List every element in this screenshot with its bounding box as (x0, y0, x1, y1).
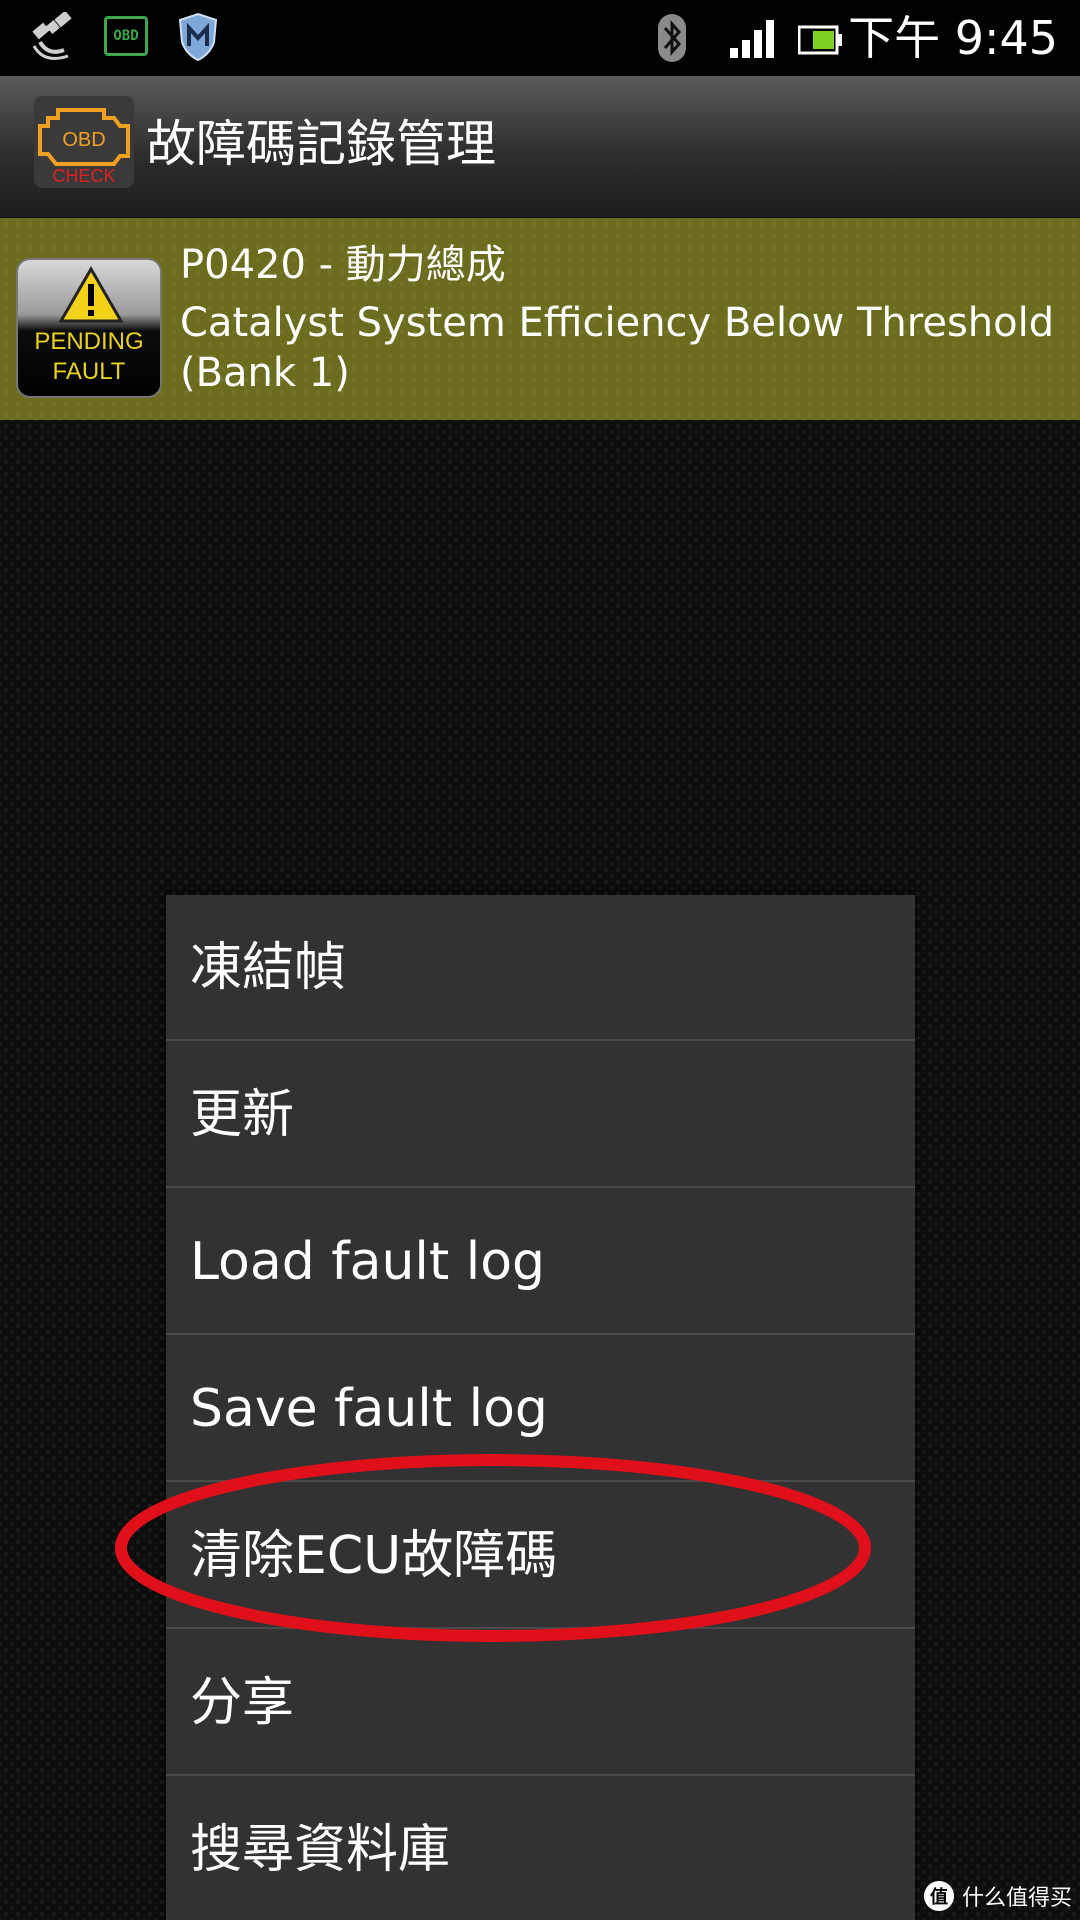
menu-item-search-database[interactable]: 搜尋資料庫 (166, 1777, 915, 1920)
status-bar: OBD 下午 9:45 (0, 0, 1080, 76)
app-icon-obd: OBD (62, 129, 105, 151)
watermark-text: 什么值得买 (961, 1886, 1072, 1911)
check-engine-icon: OBD CHECK (34, 96, 134, 188)
page-title: 故障碼記錄管理 (146, 115, 496, 173)
badge-label-pending: PENDING (34, 328, 144, 355)
menu-item-refresh[interactable]: 更新 (166, 1042, 915, 1188)
menu-item-save-fault-log[interactable]: Save fault log (166, 1336, 915, 1482)
signal-icon (730, 20, 774, 58)
badge-label-fault: FAULT (52, 358, 126, 385)
menu-item-freeze-frame[interactable]: 凍結幀 (166, 895, 915, 1041)
obd-icon: OBD (104, 16, 148, 56)
app-icon-check: CHECK (52, 166, 115, 186)
menu-item-share[interactable]: 分享 (166, 1630, 915, 1776)
context-menu: 凍結幀 更新 Load fault log Save fault log 清除E… (166, 895, 915, 1920)
screen: OBD 下午 9:45 OBD CHECK 故障碼記錄管理 PENDING FA… (0, 0, 1080, 1920)
bluetooth-icon (658, 14, 686, 62)
watermark: 值 什么值得买 (923, 1876, 1072, 1916)
gps-icon (32, 12, 72, 60)
fault-description: Catalyst System Efficiency Below Thresho… (180, 300, 1055, 346)
shield-icon (178, 12, 218, 62)
menu-item-load-fault-log[interactable]: Load fault log (166, 1189, 915, 1335)
status-time: 下午 9:45 (848, 11, 1058, 65)
fault-code: P0420 - 動力總成 (180, 242, 506, 288)
title-bar: OBD CHECK 故障碼記錄管理 (0, 76, 1080, 218)
pending-fault-badge: PENDING FAULT (16, 258, 162, 398)
warning-icon (58, 266, 124, 323)
watermark-logo: 值 (923, 1881, 954, 1911)
fault-description-bank: (Bank 1) (180, 350, 350, 396)
battery-icon (798, 25, 842, 55)
menu-item-clear-ecu-codes[interactable]: 清除ECU故障碼 (166, 1483, 915, 1629)
